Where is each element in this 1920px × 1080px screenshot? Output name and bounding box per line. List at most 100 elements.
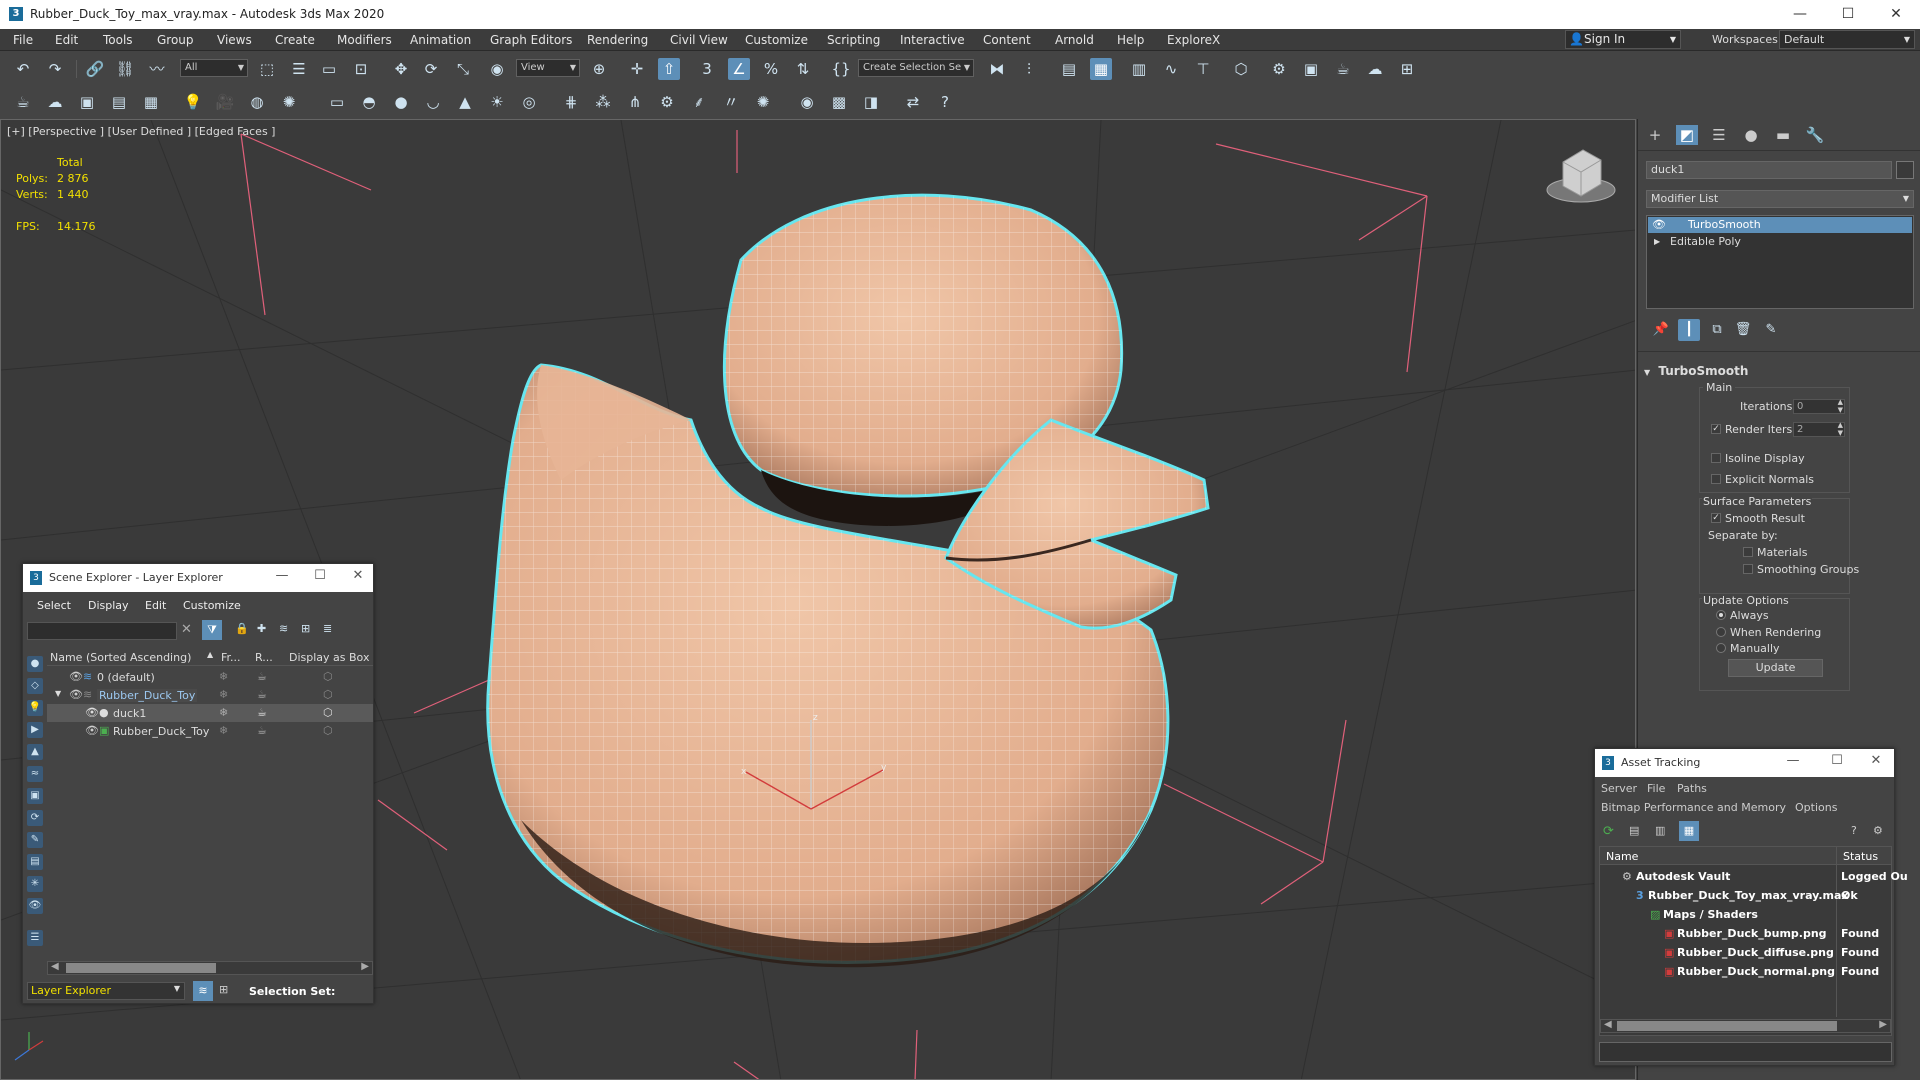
spinner-arrows-icon[interactable]: ▲ ▼ (1838, 398, 1843, 414)
scroll-left-icon[interactable]: ◀ (51, 961, 59, 972)
options-icon[interactable]: ☰ (27, 930, 43, 946)
redo-icon[interactable]: ↷ (44, 58, 66, 80)
tree-view-icon[interactable]: ▥ (1655, 824, 1665, 837)
pin-stack-icon[interactable]: 📌 (1650, 319, 1672, 341)
filter-icon[interactable]: ⧩ (202, 620, 222, 640)
asset-row-name[interactable]: Maps / Shaders (1663, 908, 1758, 921)
material-ball-icon[interactable]: ◉ (796, 91, 818, 113)
rendered-frame-window-icon[interactable]: ▣ (1300, 58, 1322, 80)
menu-rendering[interactable]: Rendering (587, 33, 648, 47)
tree-row-selected[interactable]: 👁 ● duck1 ❄ ☕ ⬡ (47, 704, 373, 722)
particles-filter-icon[interactable]: ✳ (27, 876, 43, 892)
render-to-texture-icon[interactable]: ⊞ (1396, 58, 1418, 80)
select-manipulate-icon[interactable]: ✛ (626, 58, 648, 80)
converter-icon[interactable]: ⇄ (902, 91, 924, 113)
mesh-icon[interactable]: ⋕ (560, 91, 582, 113)
isoline-display-checkbox[interactable] (1711, 453, 1721, 463)
scroll-left-icon[interactable]: ◀ (1604, 1019, 1612, 1030)
explicit-normals-checkbox[interactable] (1711, 474, 1721, 484)
camera-icon[interactable]: 🎥 (214, 91, 236, 113)
update-always-radio[interactable] (1716, 610, 1726, 620)
select-object-icon[interactable]: ⬚ (256, 58, 278, 80)
horizontal-scrollbar[interactable]: ◀ ▶ (47, 961, 373, 975)
toggle-layer-explorer-icon[interactable]: ▦ (1090, 58, 1112, 80)
materials-checkbox[interactable] (1743, 547, 1753, 557)
containers-filter-icon[interactable]: ▤ (27, 854, 43, 870)
list-view-icon[interactable]: ▤ (1629, 824, 1639, 837)
close-button[interactable]: ✕ (1873, 0, 1919, 29)
stack-item-editable-poly[interactable]: ▶ Editable Poly (1648, 234, 1912, 250)
eye-icon[interactable]: 👁 (85, 724, 99, 737)
modify-tab-icon[interactable]: ◩ (1676, 125, 1698, 145)
menu-modifiers[interactable]: Modifiers (337, 33, 392, 47)
undo-icon[interactable]: ↶ (12, 58, 34, 80)
menu-edit[interactable]: Edit (145, 599, 166, 612)
rectangular-selection-icon[interactable]: ▭ (318, 58, 340, 80)
menu-group[interactable]: Group (157, 33, 194, 47)
freeze-icon[interactable]: ❄ (219, 670, 228, 683)
clear-search-icon[interactable]: ✕ (181, 622, 192, 637)
placement-icon[interactable]: ◉ (486, 58, 508, 80)
menu-content[interactable]: Content (983, 33, 1031, 47)
workspace-select[interactable]: Default ▼ (1779, 30, 1915, 49)
scroll-right-icon[interactable]: ▶ (361, 961, 369, 972)
move-icon[interactable]: ✥ (390, 58, 412, 80)
edit-named-selection-icon[interactable]: {} (830, 58, 852, 80)
smooth-result-checkbox[interactable]: ✓ (1711, 513, 1721, 523)
menu-scripting[interactable]: Scripting (827, 33, 880, 47)
menu-server[interactable]: Server (1601, 782, 1637, 795)
light-icon[interactable]: 💡 (182, 91, 204, 113)
eye-icon[interactable]: 👁 (1652, 217, 1666, 233)
teapot-icon[interactable]: ☕ (12, 91, 34, 113)
explorer-mode-dropdown[interactable]: Layer Explorer ▼ (27, 982, 185, 1000)
mirror-icon[interactable]: ⧓ (986, 58, 1008, 80)
box-icon[interactable]: ⬡ (323, 688, 333, 701)
iterations-spinner[interactable]: 0 ▲ ▼ (1793, 398, 1845, 414)
collapse-arrow-icon[interactable]: ▼ (55, 689, 61, 698)
refresh-icon[interactable]: ⟳ (1603, 824, 1614, 839)
scrollbar-thumb[interactable] (66, 963, 216, 973)
asset-tracking-titlebar[interactable]: 3 Asset Tracking — ☐ ✕ (1595, 749, 1894, 777)
gear-icon[interactable]: ⚙ (656, 91, 678, 113)
freeze-icon[interactable]: ❄ (219, 688, 228, 701)
freeze-icon[interactable]: ❄ (219, 724, 228, 737)
stack-icon[interactable]: ≣ (323, 622, 332, 635)
tree-row[interactable]: 👁 ▣ Rubber_Duck_Toy ❄ ☕ ⬡ (47, 722, 373, 740)
maximize-button[interactable]: ☐ (1822, 753, 1852, 768)
toggle-ribbon-icon[interactable]: ▥ (1128, 58, 1150, 80)
maximize-button[interactable]: ☐ (305, 568, 335, 583)
bind-space-warp-icon[interactable]: 〰 (146, 58, 168, 80)
menu-arnold[interactable]: Arnold (1055, 33, 1094, 47)
vfb-icon[interactable]: ◨ (860, 91, 882, 113)
configure-modifier-sets-icon[interactable]: ✎ (1760, 319, 1782, 341)
expand-arrow-icon[interactable]: ▶ (1654, 234, 1660, 250)
create-layer-icon[interactable]: ✚ (257, 622, 266, 635)
unlink-icon[interactable]: ⛓ (114, 58, 136, 80)
link-icon[interactable]: 🔗 (84, 58, 106, 80)
column-freeze[interactable]: Fr... (221, 651, 241, 664)
grid-panel-icon[interactable]: ▦ (140, 91, 162, 113)
percent-snap-icon[interactable]: % (760, 58, 782, 80)
column-name[interactable]: Name (Sorted Ascending) (50, 651, 191, 664)
modifier-list-dropdown[interactable]: Modifier List ▼ (1646, 190, 1914, 208)
menu-display[interactable]: Display (88, 599, 129, 612)
layers-toggle-icon[interactable]: ≋ (193, 981, 213, 1001)
maximize-button[interactable]: ☐ (1825, 0, 1871, 29)
spinner-snap-icon[interactable]: ⇅ (792, 58, 814, 80)
lock-icon[interactable]: 🔒 (235, 622, 249, 635)
menu-create[interactable]: Create (275, 33, 315, 47)
menu-explorex[interactable]: ExploreX (1167, 33, 1220, 47)
horizontal-scrollbar[interactable]: ◀ ▶ (1600, 1019, 1891, 1033)
render-production-icon[interactable]: ☕ (1332, 58, 1354, 80)
layers-icon[interactable]: ≋ (279, 622, 288, 635)
groups-filter-icon[interactable]: ▣ (27, 788, 43, 804)
menu-customize[interactable]: Customize (183, 599, 241, 612)
render-teapot-icon[interactable]: ☕ (257, 688, 267, 701)
object-color-swatch[interactable] (1896, 161, 1914, 179)
table-view-icon[interactable]: ▦ (1679, 821, 1699, 841)
update-manually-radio[interactable] (1716, 643, 1726, 653)
column-display-as-box[interactable]: Display as Box (289, 651, 369, 664)
bones-filter-icon[interactable]: ✎ (27, 832, 43, 848)
selection-filter-dropdown[interactable]: All ▼ (180, 59, 248, 77)
column-render[interactable]: R... (255, 651, 273, 664)
